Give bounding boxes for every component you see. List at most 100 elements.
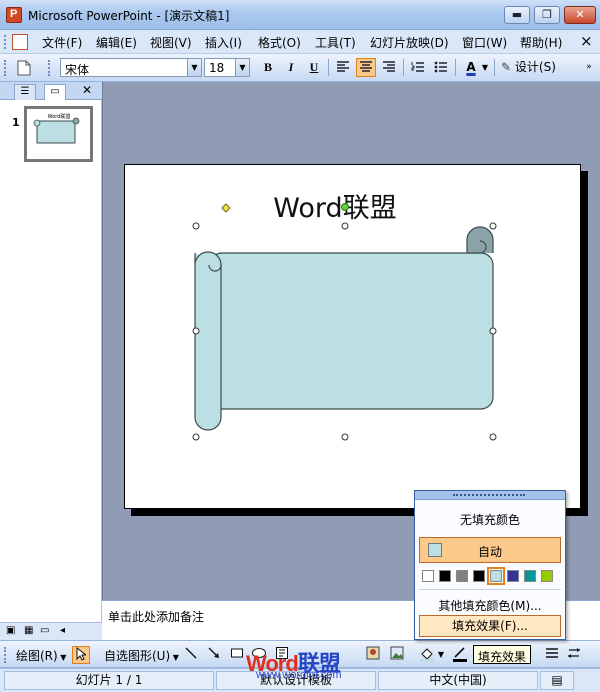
tab-outline-icon[interactable]: ☰	[14, 84, 36, 100]
chevron-down-icon[interactable]: ▼	[436, 646, 446, 664]
chevron-down-icon: ▼	[170, 653, 179, 662]
color-swatch[interactable]	[524, 570, 536, 582]
bold-button[interactable]: B	[258, 58, 278, 77]
align-right-icon[interactable]	[379, 58, 399, 77]
fill-effects-option[interactable]: 填充效果(F)...	[419, 615, 561, 637]
drawing-grip-handle[interactable]	[4, 647, 7, 663]
status-design-template: 默认设计模板	[216, 671, 376, 690]
slide-sorter-icon[interactable]: ▦	[24, 625, 33, 636]
arrow-style-icon[interactable]	[565, 646, 583, 664]
automatic-label: 自动	[477, 545, 502, 559]
more-fill-colors-option[interactable]: 其他填充颜色(M)...	[415, 597, 565, 614]
color-swatch[interactable]	[507, 570, 519, 582]
restore-icon: ❐	[542, 8, 552, 21]
draw-menu-button[interactable]: 绘图(R) ▼	[16, 647, 66, 664]
design-pencil-icon: ✎	[501, 60, 512, 74]
close-icon: ✕	[575, 8, 585, 21]
window-title: Microsoft PowerPoint - [演示文稿1]	[28, 9, 230, 23]
underline-button[interactable]: U	[304, 58, 324, 77]
font-name-combo[interactable]: 宋体 ▼	[60, 58, 202, 77]
new-document-icon[interactable]	[14, 58, 34, 77]
draw-menu-label: 绘图(R)	[16, 649, 58, 663]
bulleted-list-icon[interactable]	[431, 58, 451, 77]
slide-thumbnail[interactable]: Word联盟	[24, 106, 93, 162]
chevron-down-icon[interactable]: ▼	[480, 58, 490, 77]
close-pane-icon[interactable]: ✕	[82, 83, 92, 97]
select-pointer-icon[interactable]	[72, 646, 90, 664]
line-tool-icon[interactable]	[182, 646, 200, 664]
toolbar-grip-handle[interactable]	[4, 60, 7, 76]
document-icon[interactable]	[12, 34, 28, 50]
rotation-handle[interactable]	[341, 203, 349, 211]
toolbar-grip-handle-2[interactable]	[48, 60, 51, 76]
separator	[328, 59, 329, 76]
font-size-value: 18	[209, 61, 225, 75]
color-swatch[interactable]	[487, 567, 505, 585]
chevron-down-icon: ▼	[57, 653, 67, 662]
slide-canvas[interactable]: Word联盟	[124, 164, 581, 509]
menu-grip-handle[interactable]	[4, 35, 7, 49]
menu-slideshow[interactable]: 幻灯片放映(D)	[370, 34, 449, 51]
line-color-icon[interactable]	[451, 646, 469, 664]
spelling-check-icon[interactable]: ▤	[540, 671, 574, 690]
fill-effects-tooltip: 填充效果	[473, 645, 532, 664]
maximize-button[interactable]: ❐	[534, 6, 560, 24]
normal-view-icon[interactable]: ▣	[6, 625, 15, 636]
menu-insert[interactable]: 插入(I)	[205, 34, 242, 51]
color-swatch[interactable]	[473, 570, 485, 582]
menu-file[interactable]: 文件(F)	[42, 34, 82, 51]
automatic-fill-option[interactable]: 自动	[419, 537, 561, 563]
rectangle-tool-icon[interactable]	[228, 646, 246, 664]
close-document-icon[interactable]: ×	[580, 32, 593, 50]
autoshapes-label: 自选图形(U)	[104, 649, 171, 663]
chevron-down-icon[interactable]: ▼	[187, 59, 201, 76]
menu-help[interactable]: 帮助(H)	[520, 34, 562, 51]
popup-drag-handle[interactable]	[415, 491, 565, 500]
design-button[interactable]: ✎ 设计(S)	[499, 58, 561, 77]
adjustment-handle[interactable]	[221, 203, 231, 213]
insert-picture-icon[interactable]	[388, 646, 406, 664]
textbox-tool-icon[interactable]	[273, 646, 291, 664]
minimize-button[interactable]: ▬	[504, 6, 530, 24]
oval-tool-icon[interactable]	[250, 646, 268, 664]
tab-slides-icon[interactable]: ▭	[44, 84, 66, 100]
pane-tabs: ☰ ▭ ✕	[0, 82, 102, 100]
menu-edit[interactable]: 编辑(E)	[96, 34, 137, 51]
horizontal-scroll-shape[interactable]	[194, 226, 494, 431]
toolbar-options-icon[interactable]: »	[582, 58, 596, 77]
color-swatch[interactable]	[541, 570, 553, 582]
color-swatch[interactable]	[456, 570, 468, 582]
close-button[interactable]: ✕	[564, 6, 596, 24]
italic-button[interactable]: I	[281, 58, 301, 77]
menu-bar: 文件(F) 编辑(E) 视图(V) 插入(I) 格式(O) 工具(T) 幻灯片放…	[0, 30, 600, 54]
slideshow-view-icon[interactable]: ▭	[40, 625, 49, 636]
menu-tools[interactable]: 工具(T)	[315, 34, 356, 51]
minimize-icon: ▬	[511, 8, 523, 21]
font-color-button[interactable]: A	[461, 58, 481, 77]
numbered-list-icon[interactable]	[408, 58, 428, 77]
menu-format[interactable]: 格式(O)	[258, 34, 301, 51]
powerpoint-app-icon[interactable]	[6, 7, 22, 23]
title-bar: Microsoft PowerPoint - [演示文稿1] ▬ ❐ ✕	[0, 0, 600, 30]
no-fill-option[interactable]: 无填充颜色	[415, 511, 565, 528]
status-slide-info: 幻灯片 1 / 1	[4, 671, 214, 690]
font-size-combo[interactable]: 18 ▼	[204, 58, 250, 77]
menu-window[interactable]: 窗口(W)	[462, 34, 507, 51]
align-center-icon[interactable]	[356, 58, 376, 77]
autoshapes-menu-button[interactable]: 自选图形(U) ▼	[104, 647, 179, 664]
color-swatch[interactable]	[422, 570, 434, 582]
fill-color-bucket-icon[interactable]	[418, 646, 436, 664]
chevron-down-icon[interactable]: ▼	[235, 59, 249, 76]
notes-placeholder: 单击此处添加备注	[108, 610, 205, 624]
color-swatch[interactable]	[439, 570, 451, 582]
align-left-icon[interactable]	[333, 58, 353, 77]
slide-title-text[interactable]: Word联盟	[273, 193, 396, 224]
separator	[494, 59, 495, 76]
scroll-left-icon[interactable]: ◂	[60, 625, 65, 636]
menu-view[interactable]: 视图(V)	[150, 34, 192, 51]
clipart-icon[interactable]	[364, 646, 382, 664]
arrow-tool-icon[interactable]	[205, 646, 223, 664]
fill-color-dropdown: 无填充颜色 自动 其他填充颜色(M)... 填充效果(F)...	[414, 490, 566, 640]
line-style-icon[interactable]	[543, 646, 561, 664]
separator	[403, 59, 404, 76]
